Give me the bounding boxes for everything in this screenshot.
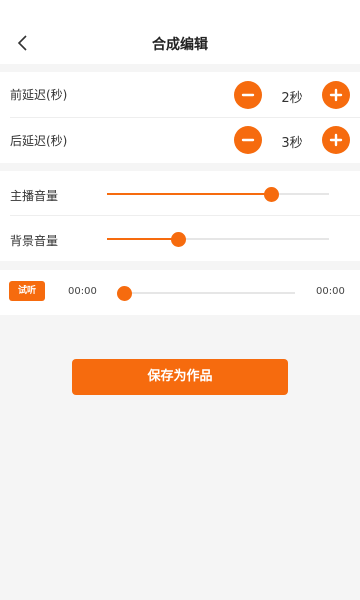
save-as-work-button[interactable]: 保存为作品 bbox=[72, 359, 288, 395]
playback-progress-thumb[interactable] bbox=[117, 286, 132, 301]
pre-delay-value: 2秒 bbox=[281, 91, 303, 106]
delay-settings-card: 前延迟(秒) 2秒 后延迟(秒) 3秒 bbox=[0, 72, 360, 163]
host-volume-label: 主播音量 bbox=[10, 189, 59, 203]
playback-progress-slider[interactable] bbox=[117, 286, 295, 301]
pre-delay-row: 前延迟(秒) 2秒 bbox=[0, 72, 360, 117]
minus-icon bbox=[241, 138, 255, 142]
host-volume-slider[interactable] bbox=[107, 187, 329, 202]
preview-card: 试听 00:00 00:00 bbox=[0, 270, 360, 315]
post-delay-value: 3秒 bbox=[281, 136, 303, 151]
pre-delay-label: 前延迟(秒) bbox=[10, 88, 68, 102]
minus-icon bbox=[241, 93, 255, 97]
post-delay-decrease-button[interactable] bbox=[234, 126, 262, 154]
post-delay-row: 后延迟(秒) 3秒 bbox=[0, 118, 360, 163]
current-time: 00:00 bbox=[68, 286, 97, 297]
post-delay-label: 后延迟(秒) bbox=[10, 134, 68, 148]
background-volume-thumb[interactable] bbox=[171, 232, 187, 247]
pre-delay-increase-button[interactable] bbox=[322, 81, 350, 109]
plus-icon bbox=[329, 88, 343, 102]
page-title: 合成编辑 bbox=[152, 37, 208, 53]
pre-delay-decrease-button[interactable] bbox=[234, 81, 262, 109]
background-volume-fill bbox=[107, 238, 179, 240]
volume-settings-card: 主播音量 背景音量 bbox=[0, 171, 360, 261]
plus-icon bbox=[329, 133, 343, 147]
background-volume-row: 背景音量 bbox=[0, 216, 360, 261]
background-volume-label: 背景音量 bbox=[10, 234, 59, 248]
host-volume-thumb[interactable] bbox=[264, 187, 280, 202]
preview-button[interactable]: 试听 bbox=[9, 281, 45, 301]
top-nav-bar: 合成编辑 bbox=[0, 0, 360, 64]
background-volume-slider[interactable] bbox=[107, 232, 329, 247]
host-volume-row: 主播音量 bbox=[0, 171, 360, 216]
total-time: 00:00 bbox=[316, 286, 345, 297]
post-delay-increase-button[interactable] bbox=[322, 126, 350, 154]
host-volume-fill bbox=[107, 193, 272, 195]
